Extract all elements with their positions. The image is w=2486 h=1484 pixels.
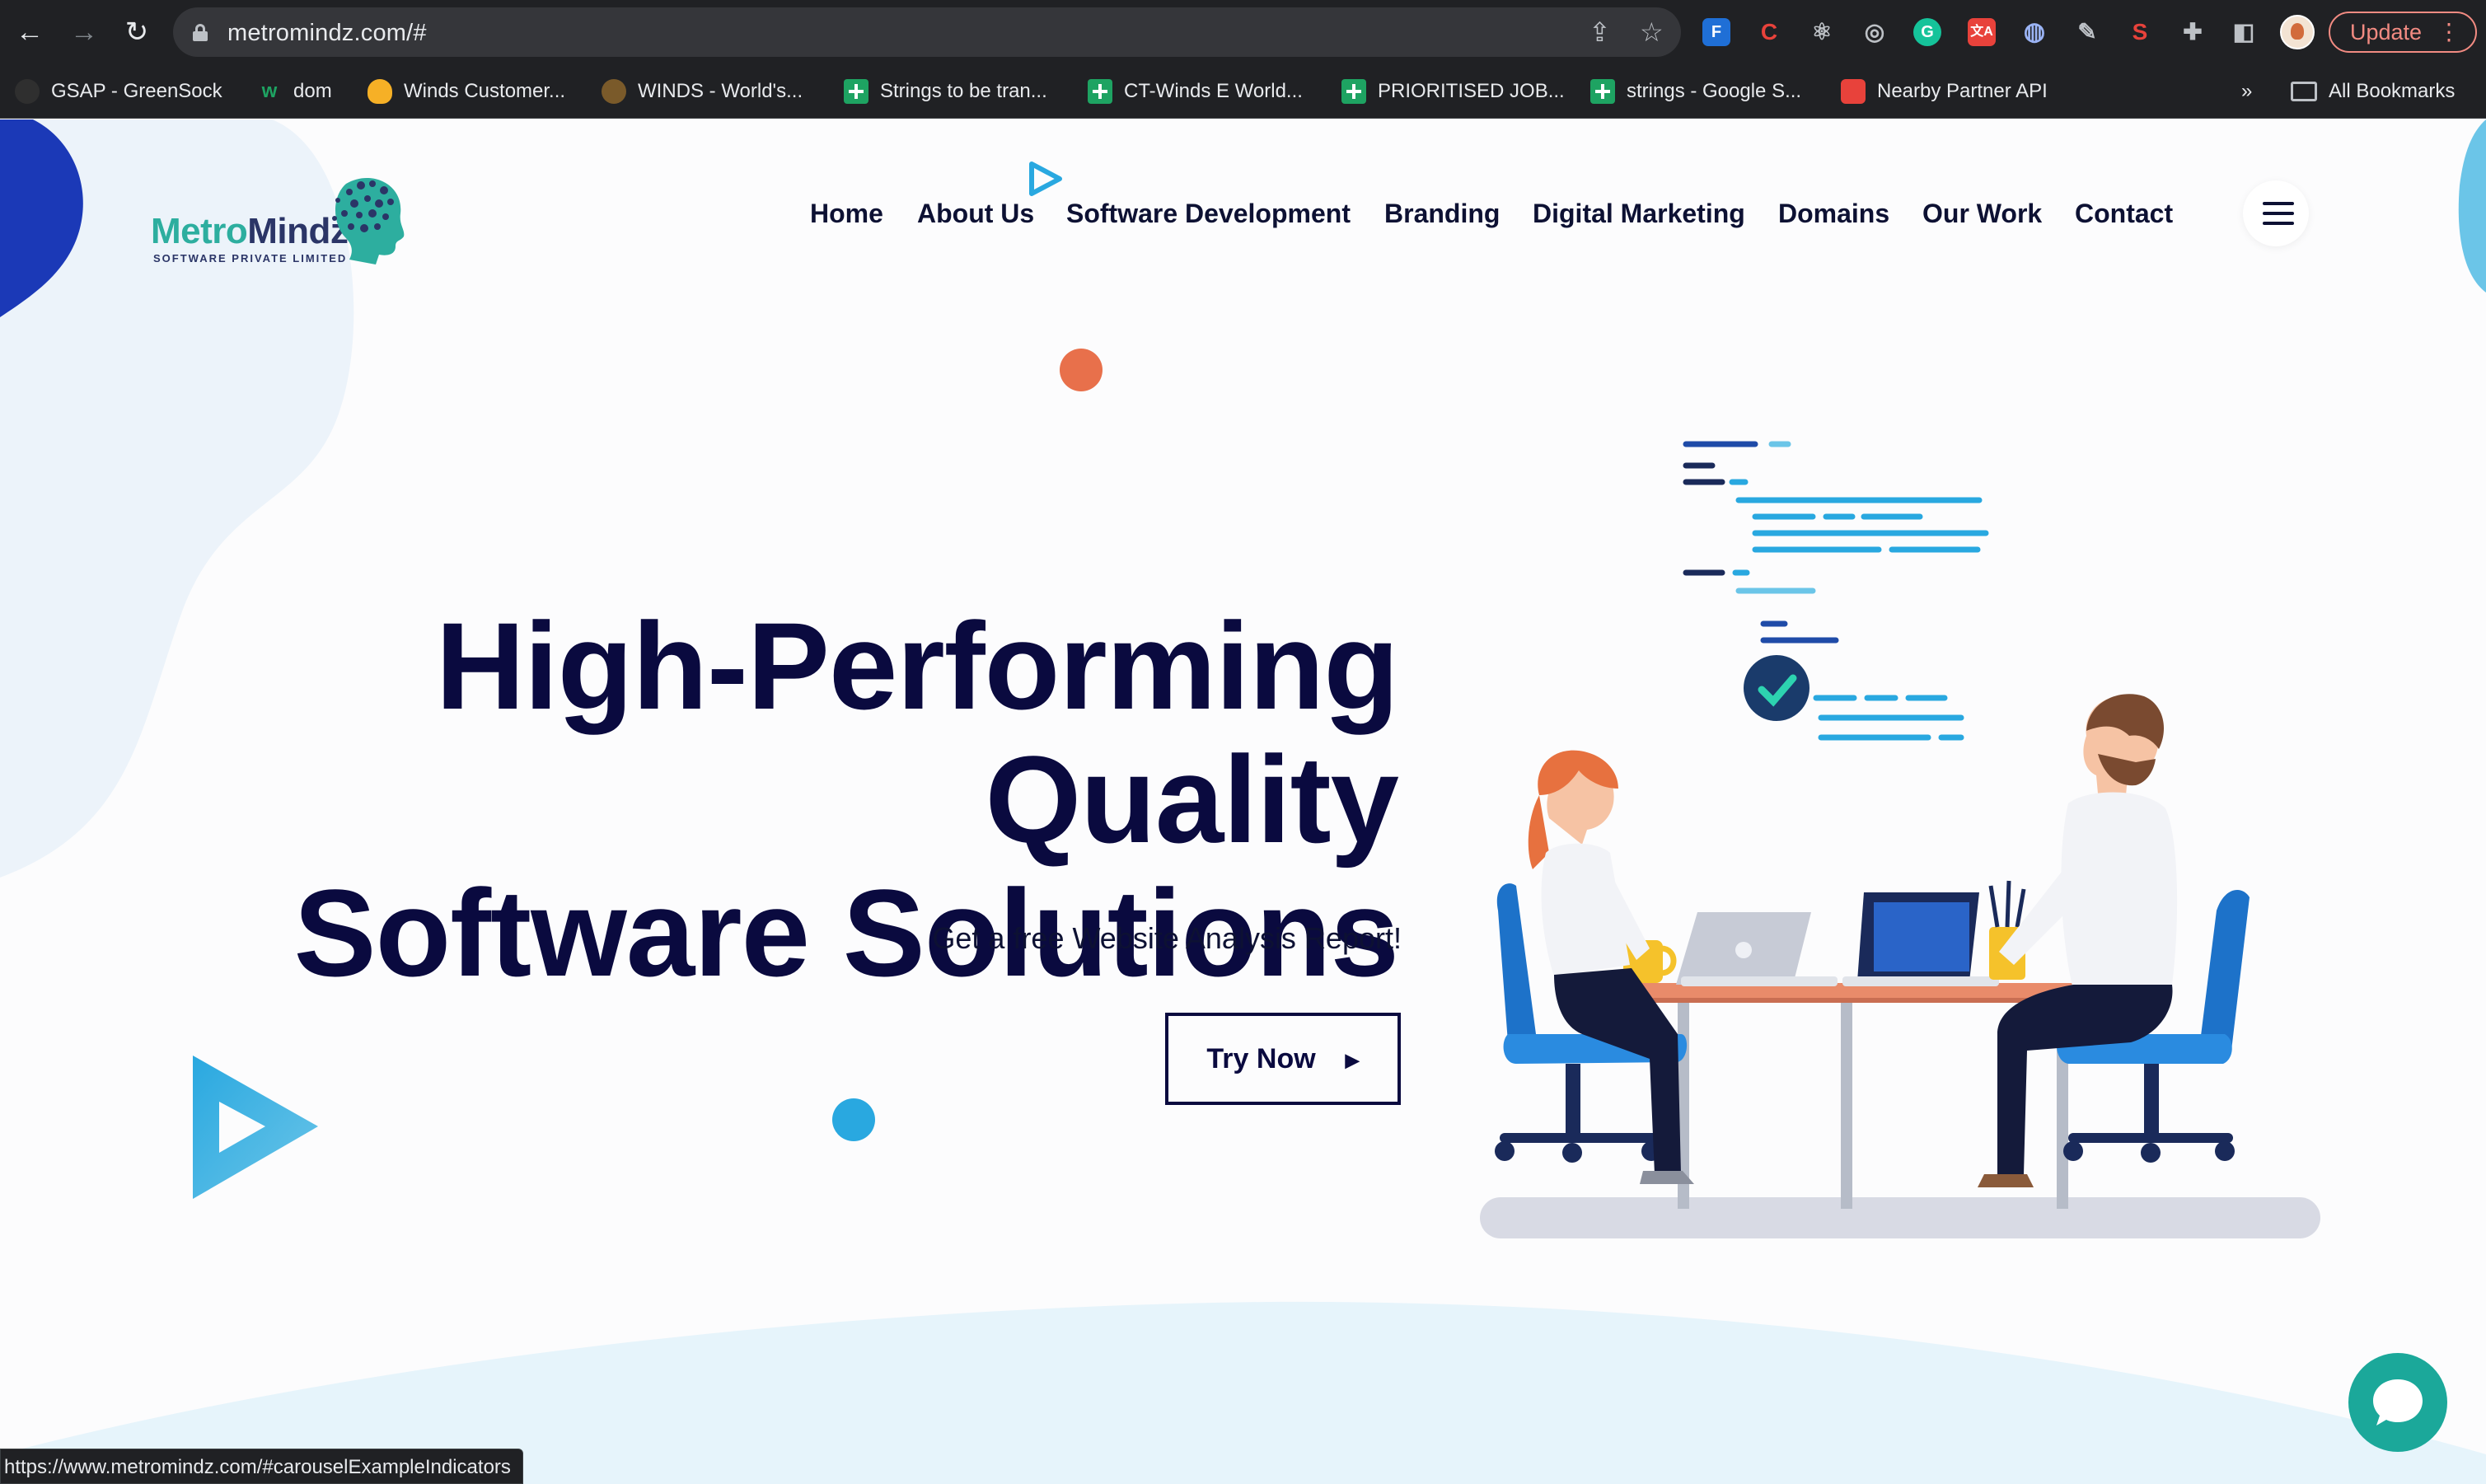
nav-branding[interactable]: Branding (1384, 199, 1500, 229)
nav-contact[interactable]: Contact (2075, 199, 2173, 229)
lock-icon[interactable] (193, 24, 208, 41)
extension-fi-icon[interactable]: F (1702, 18, 1730, 46)
bookmark-item[interactable]: Strings to be tran... (844, 75, 1047, 108)
bookmark-label: Strings to be tran... (880, 80, 1047, 102)
hero-subtitle: Get a free Website Analysis Report! (932, 921, 1402, 955)
more-bookmarks-button[interactable]: » (2241, 75, 2252, 108)
eyedropper-icon[interactable]: ✎ (2073, 18, 2101, 46)
more-bookmarks-label: » (2241, 80, 2253, 102)
extensions-puzzle-icon[interactable]: ✚ (2179, 18, 2207, 46)
sheets-icon (1341, 79, 1366, 104)
extension-seo-icon[interactable]: S (2126, 18, 2154, 46)
bookmark-item[interactable]: w dom (257, 75, 332, 108)
nav-about-us[interactable]: About Us (917, 199, 1034, 229)
webflow-icon: w (261, 80, 278, 102)
hamburger-menu-icon[interactable] (2243, 180, 2309, 246)
hero-title-line: Quality (985, 730, 1399, 868)
status-bar-url: https://www.metromindz.com/#carouselExam… (0, 1449, 523, 1484)
folder-icon (2291, 82, 2317, 101)
play-triangle-small-icon (1029, 162, 1062, 196)
firebase-icon (368, 79, 392, 104)
bookmark-item[interactable]: WINDS - World's... (602, 75, 803, 108)
site-logo[interactable]: MetroMindz SOFTWARE PRIVATE LIMITED (148, 167, 412, 266)
bookmark-item[interactable]: PRIORITISED JOB... (1341, 75, 1565, 108)
menu-kebab-icon[interactable]: ⋮ (2437, 13, 2460, 51)
bookmark-item[interactable]: Winds Customer... (368, 75, 565, 108)
sheets-icon (844, 79, 868, 104)
forward-icon[interactable]: → (68, 16, 101, 49)
extension-o-icon[interactable]: ◍ (2020, 18, 2048, 46)
page-viewport: MetroMindz SOFTWARE PRIVATE LIMITED Home… (0, 119, 2486, 1484)
extension-target-icon[interactable]: ◎ (1861, 18, 1889, 46)
bookmark-label: GSAP - GreenSock (51, 80, 222, 102)
address-bar[interactable]: metromindz.com/# ⇪ ☆ (173, 7, 1681, 57)
bookmark-label: CT-Winds E World... (1124, 80, 1303, 102)
logo-head-icon (332, 177, 405, 264)
update-label: Update (2350, 20, 2423, 44)
bookmark-star-icon[interactable]: ☆ (1640, 18, 1664, 46)
url-text[interactable]: metromindz.com/# (227, 20, 427, 47)
extension-translate-icon[interactable]: 文A (1968, 18, 1996, 46)
blue-dot (832, 1098, 875, 1141)
bookmark-label: Winds Customer... (404, 80, 566, 102)
all-bookmarks-label: All Bookmarks (2329, 80, 2456, 102)
orange-dot (1060, 349, 1103, 391)
hero-illustration (1480, 441, 2320, 1238)
play-arrow-icon: ▶ (1345, 1049, 1360, 1070)
logo-word-metro: Metro (151, 211, 248, 251)
winds-icon (602, 79, 626, 104)
profile-avatar[interactable] (2280, 15, 2315, 49)
bookmark-item[interactable]: CT-Winds E World... (1088, 75, 1303, 108)
chat-bubble-icon (2373, 1379, 2423, 1425)
nav-digital-marketing[interactable]: Digital Marketing (1533, 199, 1745, 229)
react-devtools-icon[interactable]: ⚛ (1808, 18, 1836, 46)
nav-home[interactable]: Home (810, 199, 883, 229)
try-now-label: Try Now (1206, 1042, 1316, 1074)
bookmark-label: dom (293, 80, 332, 102)
browser-toolbar: ← → ↻ metromindz.com/# ⇪ ☆ F C ⚛ ◎ G 文A … (0, 0, 2486, 64)
share-icon[interactable]: ⇪ (1589, 18, 1611, 46)
api-icon (1841, 79, 1866, 104)
bookmarks-bar: GSAP - GreenSock w dom Winds Customer...… (0, 64, 2486, 119)
extension-c-icon[interactable]: C (1755, 18, 1783, 46)
grammarly-icon[interactable]: G (1913, 18, 1941, 46)
nav-our-work[interactable]: Our Work (1922, 199, 2042, 229)
greensock-icon (15, 79, 40, 104)
play-triangle-large-icon (193, 1056, 318, 1199)
reload-icon[interactable]: ↻ (120, 16, 153, 49)
back-icon[interactable]: ← (13, 16, 46, 49)
all-bookmarks-button[interactable]: All Bookmarks (2291, 75, 2455, 108)
sheets-icon (1590, 79, 1615, 104)
update-button[interactable]: Update ⋮ (2329, 12, 2477, 53)
hero-title-line: High-Performing (435, 597, 1399, 735)
nav-software-development[interactable]: Software Development (1066, 199, 1351, 229)
sheets-icon (1088, 79, 1112, 104)
bookmark-label: WINDS - World's... (638, 80, 803, 102)
bookmark-label: PRIORITISED JOB... (1378, 80, 1565, 102)
side-panel-icon[interactable]: ◧ (2230, 18, 2258, 46)
bookmark-item[interactable]: GSAP - GreenSock (15, 75, 222, 108)
bookmark-label: Nearby Partner API (1877, 80, 2048, 102)
bookmark-item[interactable]: Nearby Partner API (1841, 75, 2048, 108)
bookmark-label: strings - Google S... (1627, 80, 1802, 102)
bookmark-item[interactable]: strings - Google S... (1590, 75, 1801, 108)
try-now-button[interactable]: Try Now ▶ (1165, 1013, 1401, 1105)
chat-widget-button[interactable] (2348, 1353, 2447, 1452)
nav-domains[interactable]: Domains (1778, 199, 1889, 229)
